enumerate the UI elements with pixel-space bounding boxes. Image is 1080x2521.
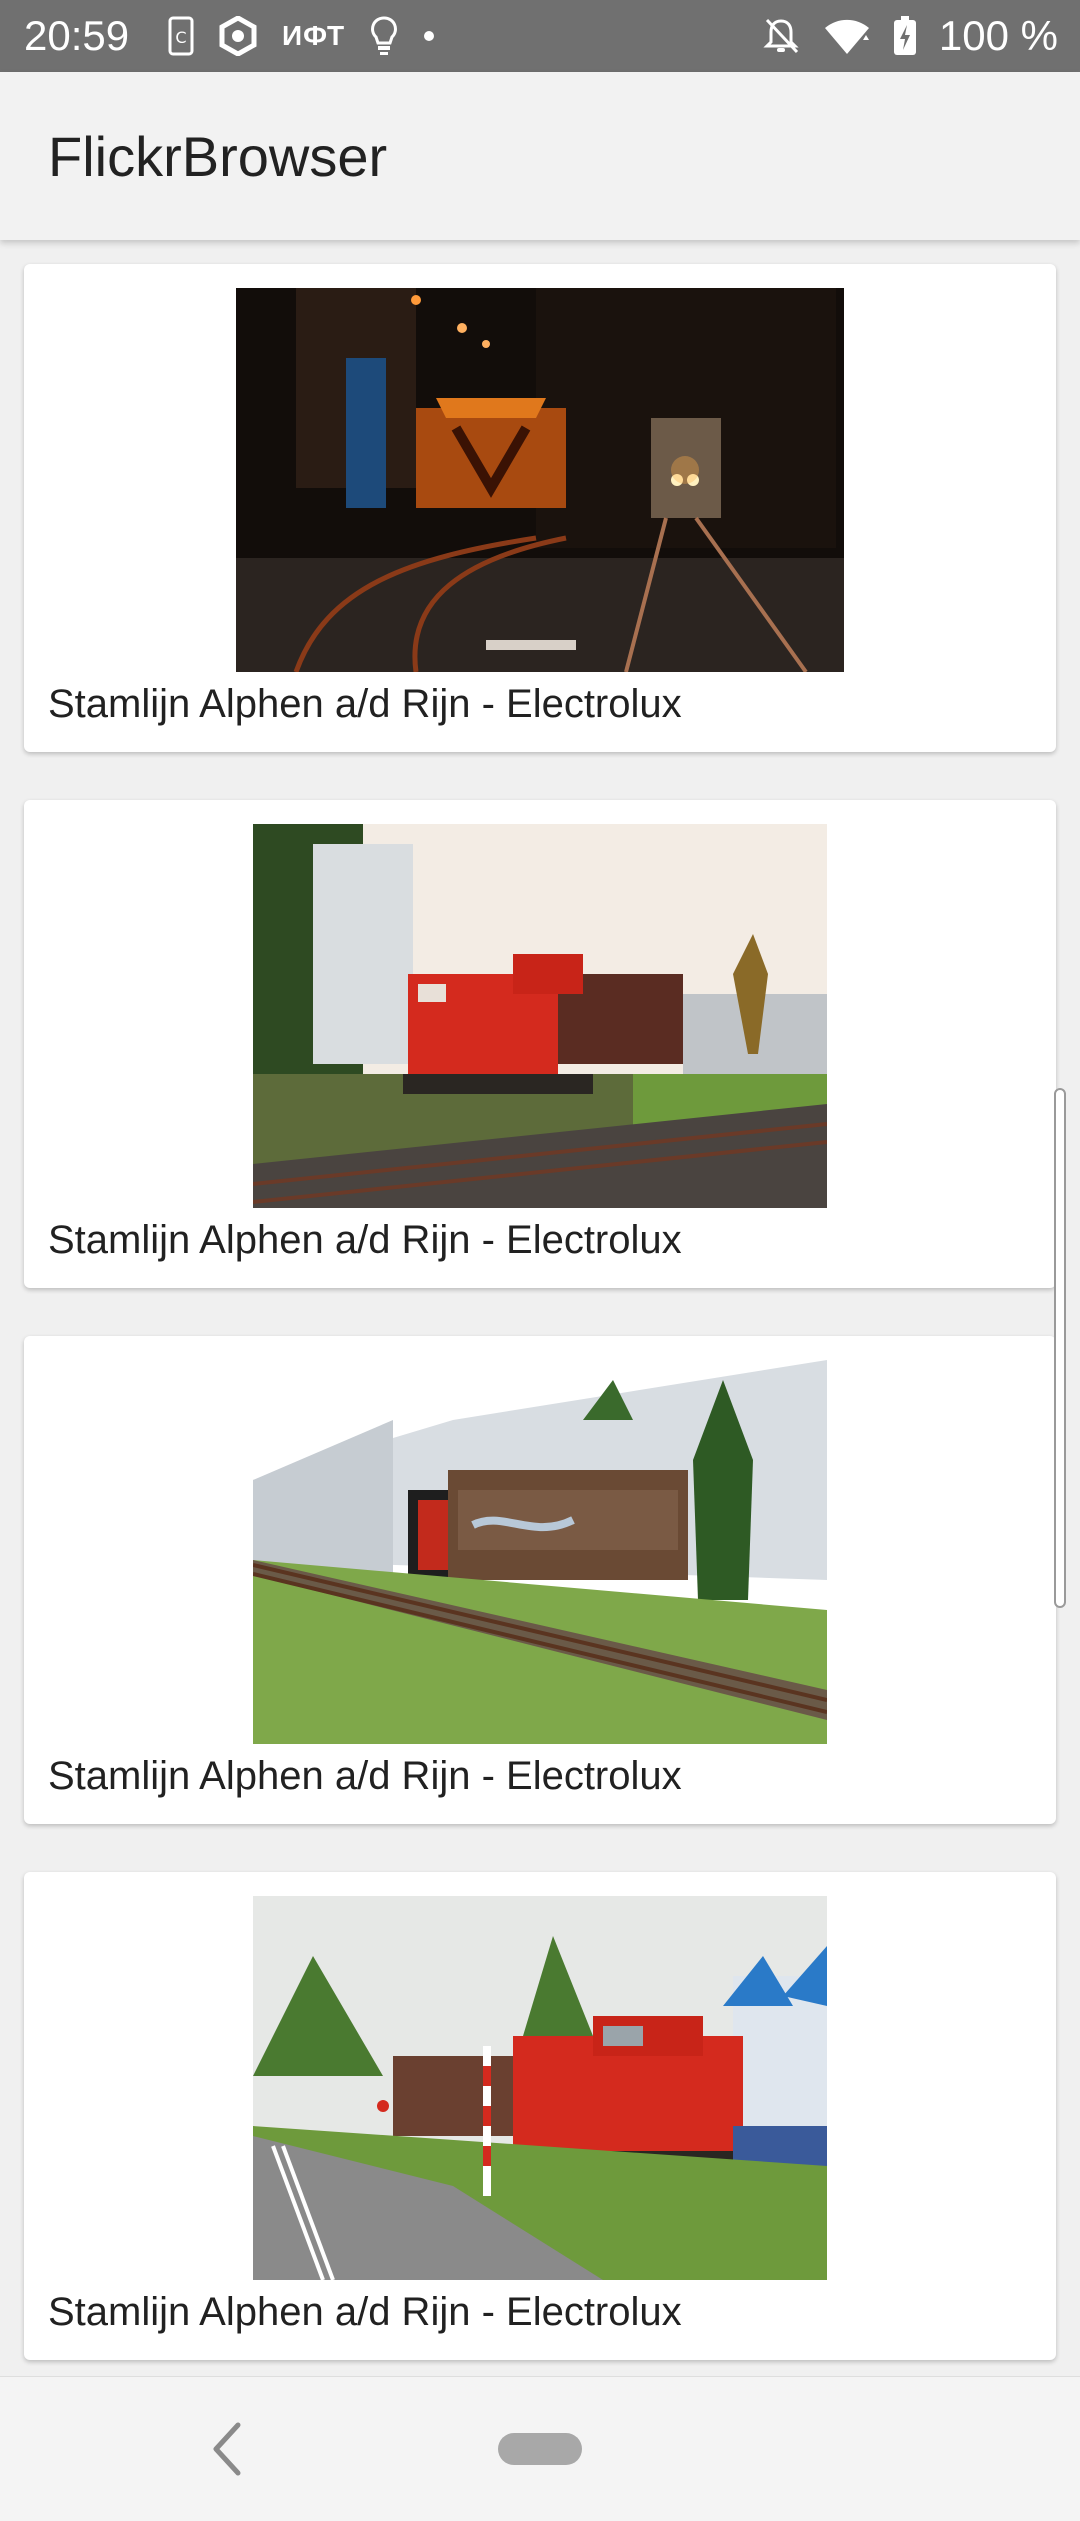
home-pill-icon[interactable] [498,2433,582,2465]
photo-thumbnail[interactable] [253,1360,827,1744]
photo-card[interactable]: Stamlijn Alphen a/d Rijn - Electrolux [24,1872,1056,2360]
back-icon[interactable] [204,2419,252,2479]
battery-percent: 100 % [938,12,1058,59]
status-left-icons: C ИФТ [168,12,435,60]
app-bar: FlickrBrowser [0,72,1080,240]
wifi-icon [824,19,869,54]
app-title: FlickrBrowser [48,125,388,188]
dot-icon [424,31,435,41]
sim-card-icon: C [168,16,194,56]
photo-feed[interactable]: Stamlijn Alphen a/d Rijn - Electrolux St… [0,240,1080,2376]
photo-card[interactable]: Stamlijn Alphen a/d Rijn - Electrolux [24,1336,1056,1824]
photo-caption: Stamlijn Alphen a/d Rijn - Electrolux [48,682,682,726]
lightbulb-icon [371,16,397,55]
photo-thumbnail[interactable] [236,288,844,672]
status-app-text: ИФТ [282,20,346,51]
photo-caption: Stamlijn Alphen a/d Rijn - Electrolux [48,2290,682,2334]
navigation-bar [0,2376,1080,2521]
svg-text:C: C [175,28,186,47]
scrollbar-thumb[interactable] [1054,1088,1066,1608]
photo-card[interactable]: Stamlijn Alphen a/d Rijn - Electrolux [24,264,1056,752]
status-right-icons: 100 % [761,8,1058,64]
photo-caption: Stamlijn Alphen a/d Rijn - Electrolux [48,1754,682,1798]
hexagon-app-icon [219,16,257,56]
photo-thumbnail[interactable] [253,1896,827,2280]
photo-caption: Stamlijn Alphen a/d Rijn - Electrolux [48,1218,682,1262]
photo-card[interactable]: Stamlijn Alphen a/d Rijn - Electrolux [24,800,1056,1288]
battery-charging-icon [893,16,916,55]
mute-bell-icon [763,18,799,54]
photo-thumbnail[interactable] [253,824,827,1208]
status-bar: 20:59 C ИФТ 100 % [0,0,1080,72]
status-time: 20:59 [24,12,130,59]
